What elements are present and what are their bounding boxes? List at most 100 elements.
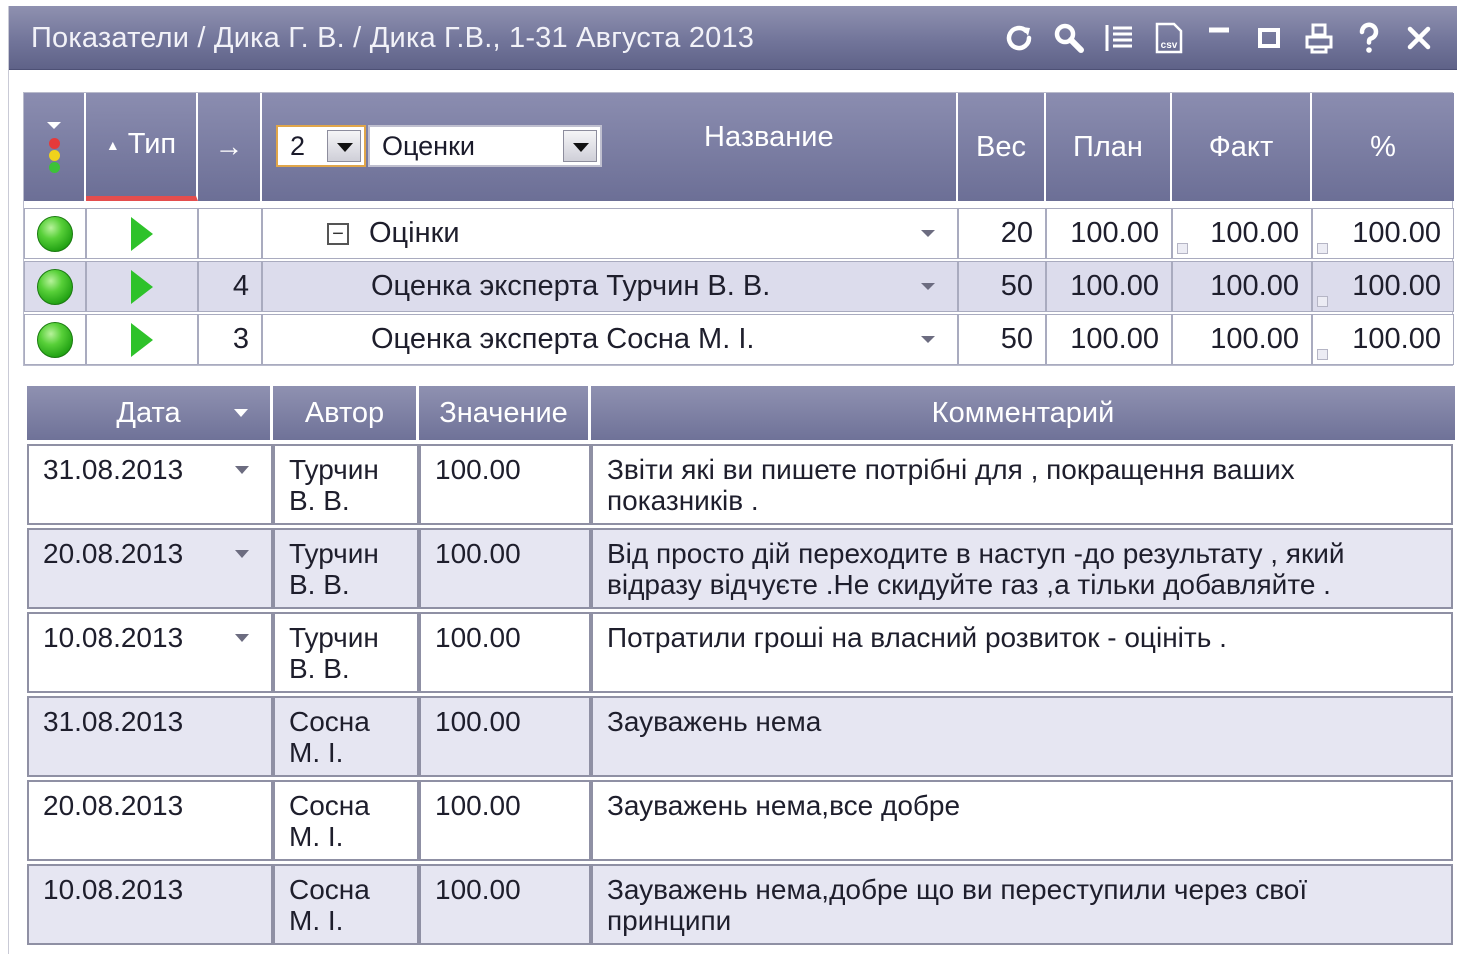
plan-cell[interactable]: 100.00 (1046, 314, 1172, 365)
play-icon (131, 322, 153, 357)
edit-marker-icon (1177, 243, 1188, 254)
help-icon[interactable] (1349, 18, 1389, 58)
chevron-down-icon[interactable] (921, 283, 935, 290)
fact-value: 100.00 (1210, 217, 1299, 249)
table-row[interactable]: 10.08.2013 Турчин В. В. 100.00 Потратили… (27, 612, 1455, 696)
date-cell[interactable]: 20.08.2013 (27, 780, 273, 861)
details-grid: Дата Автор Значение Комментарий 31.08.20… (27, 386, 1455, 946)
name-cell[interactable]: − Оцінки (262, 208, 958, 259)
value-cell[interactable]: 100.00 (419, 864, 591, 945)
table-row[interactable]: 20.08.2013 Сосна М. І. 100.00 Зауважень … (27, 780, 1455, 864)
indicators-grid: ▲ Тип → 2 Оценки Название Вес План Факт … (23, 92, 1454, 367)
group-select[interactable]: Оценки (368, 125, 602, 167)
comment-cell[interactable]: Зауважень нема (591, 696, 1453, 777)
csv-icon[interactable]: csv (1149, 18, 1189, 58)
status-cell (24, 261, 86, 312)
weight-cell[interactable]: 50 (958, 261, 1046, 312)
search-icon[interactable] (1049, 18, 1089, 58)
weight-column-header[interactable]: Вес (958, 93, 1046, 201)
value-cell[interactable]: 100.00 (419, 444, 591, 525)
close-icon[interactable] (1399, 18, 1439, 58)
window-toolbar: csv (999, 16, 1439, 60)
fact-cell[interactable]: 100.00 (1172, 261, 1312, 312)
comment-cell[interactable]: Звіти які ви пишете потрібні для , покра… (591, 444, 1453, 525)
value-column-header[interactable]: Значение (419, 386, 591, 440)
comment-cell[interactable]: Зауважень нема,все добре (591, 780, 1453, 861)
maximize-icon[interactable] (1249, 18, 1289, 58)
date-header-label: Дата (116, 396, 181, 429)
minimize-icon[interactable] (1199, 18, 1239, 58)
fact-cell[interactable]: 100.00 (1172, 208, 1312, 259)
plan-column-header[interactable]: План (1046, 93, 1172, 201)
refresh-icon[interactable] (999, 18, 1039, 58)
comment-cell[interactable]: Від просто дій переходите в наступ -до р… (591, 528, 1453, 609)
status-cell (24, 208, 86, 259)
order-column-header[interactable]: → (198, 93, 262, 201)
table-row[interactable]: 3 Оценка эксперта Сосна М. І. 50 100.00 … (24, 314, 1454, 367)
value-cell[interactable]: 100.00 (419, 780, 591, 861)
status-ok-icon (37, 215, 73, 252)
comment-cell[interactable]: Потратили гроші на власний розвиток - оц… (591, 612, 1453, 693)
date-cell[interactable]: 31.08.2013 (27, 696, 273, 777)
type-cell[interactable] (86, 314, 198, 365)
table-row[interactable]: 20.08.2013 Турчин В. В. 100.00 Від прост… (27, 528, 1455, 612)
chevron-down-icon[interactable] (921, 230, 935, 237)
list-icon[interactable] (1099, 18, 1139, 58)
value-cell[interactable]: 100.00 (419, 696, 591, 777)
value-cell[interactable]: 100.00 (419, 612, 591, 693)
plan-cell[interactable]: 100.00 (1046, 261, 1172, 312)
date-cell[interactable]: 10.08.2013 (27, 864, 273, 945)
arrow-right-icon: → (214, 130, 244, 163)
percent-cell[interactable]: 100.00 (1312, 208, 1454, 259)
comment-column-header[interactable]: Комментарий (591, 386, 1455, 440)
table-row[interactable]: − Оцінки 20 100.00 100.00 100.00 (24, 208, 1454, 261)
fact-column-header[interactable]: Факт (1172, 93, 1312, 201)
percent-column-header[interactable]: % (1312, 93, 1454, 201)
type-column-header[interactable]: ▲ Тип (86, 93, 198, 201)
name-header-label[interactable]: Название (704, 121, 834, 154)
table-row[interactable]: 4 Оценка эксперта Турчин В. В. 50 100.00… (24, 261, 1454, 314)
weight-cell[interactable]: 50 (958, 314, 1046, 365)
indicators-grid-header: ▲ Тип → 2 Оценки Название Вес План Факт … (24, 93, 1454, 201)
percent-cell[interactable]: 100.00 (1312, 261, 1454, 312)
type-cell[interactable] (86, 261, 198, 312)
indicator-name: Оценка эксперта Сосна М. І. (371, 323, 755, 355)
date-column-header[interactable]: Дата (27, 386, 273, 440)
table-row[interactable]: 10.08.2013 Сосна М. І. 100.00 Зауважень … (27, 864, 1455, 948)
value-cell[interactable]: 100.00 (419, 528, 591, 609)
chevron-down-icon[interactable] (235, 466, 249, 474)
table-row[interactable]: 31.08.2013 Турчин В. В. 100.00 Звіти які… (27, 444, 1455, 528)
author-column-header[interactable]: Автор (273, 386, 419, 440)
play-icon (131, 216, 153, 251)
status-ok-icon (37, 321, 73, 358)
level-select[interactable]: 2 (276, 125, 366, 167)
type-cell[interactable] (86, 208, 198, 259)
name-column-header: 2 Оценки Название (262, 93, 958, 201)
date-cell[interactable]: 20.08.2013 (27, 528, 273, 609)
print-icon[interactable] (1299, 18, 1339, 58)
collapse-icon[interactable]: − (327, 222, 349, 245)
title-bar: Показатели / Дика Г. В. / Дика Г.В., 1-3… (9, 6, 1457, 70)
date-cell[interactable]: 10.08.2013 (27, 612, 273, 693)
chevron-down-icon[interactable] (563, 130, 597, 162)
comment-cell[interactable]: Зауважень нема,добре що ви переступили ч… (591, 864, 1453, 945)
plan-header-label: План (1073, 130, 1143, 163)
type-header-label: Тип (127, 128, 177, 160)
chevron-down-icon[interactable] (234, 409, 248, 417)
status-column-header[interactable] (24, 93, 86, 201)
chevron-down-icon[interactable] (235, 550, 249, 558)
percent-value: 100.00 (1352, 323, 1441, 355)
author-header-label: Автор (304, 396, 385, 429)
table-row[interactable]: 31.08.2013 Сосна М. І. 100.00 Зауважень … (27, 696, 1455, 780)
date-cell[interactable]: 31.08.2013 (27, 444, 273, 525)
fact-cell[interactable]: 100.00 (1172, 314, 1312, 365)
chevron-down-icon[interactable] (921, 336, 935, 343)
weight-cell[interactable]: 20 (958, 208, 1046, 259)
plan-cell[interactable]: 100.00 (1046, 208, 1172, 259)
chevron-down-icon[interactable] (235, 634, 249, 642)
author-cell: Турчин В. В. (273, 444, 419, 525)
chevron-down-icon[interactable] (327, 130, 361, 162)
percent-cell[interactable]: 100.00 (1312, 314, 1454, 365)
name-cell[interactable]: Оценка эксперта Турчин В. В. (262, 261, 958, 312)
name-cell[interactable]: Оценка эксперта Сосна М. І. (262, 314, 958, 365)
